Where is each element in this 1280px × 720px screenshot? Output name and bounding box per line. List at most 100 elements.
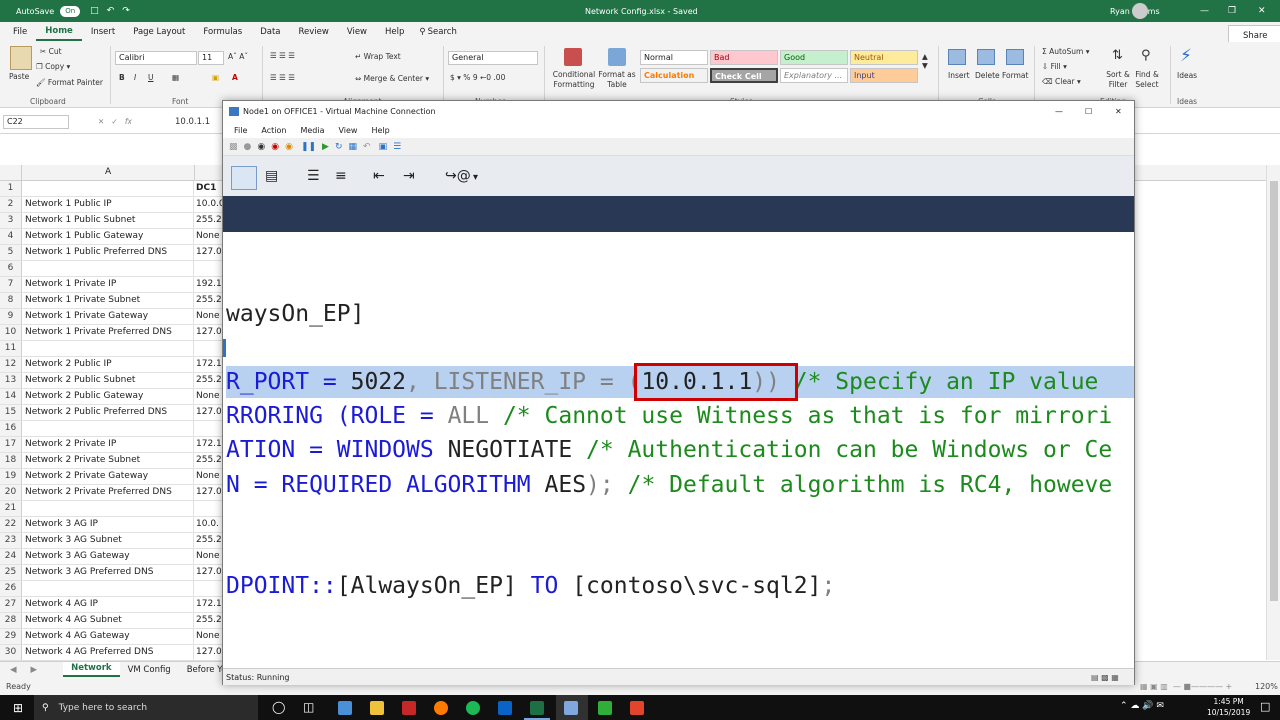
fill-button[interactable]: ⇩ Fill ▾: [1042, 62, 1067, 71]
row-number[interactable]: 22: [0, 517, 22, 532]
cell-b[interactable]: [194, 581, 222, 596]
cell-a[interactable]: Network 2 Private IP: [22, 437, 194, 452]
row-number[interactable]: 9: [0, 309, 22, 324]
cell-a[interactable]: Network 2 Private Subnet: [22, 453, 194, 468]
insert-cells-icon[interactable]: [948, 49, 966, 65]
cell-a[interactable]: Network 4 AG IP: [22, 597, 194, 612]
conditional-formatting-icon[interactable]: [564, 48, 582, 66]
styles-scroll-icon[interactable]: ▲ ▼: [922, 52, 928, 70]
row-number[interactable]: 13: [0, 373, 22, 388]
row-number[interactable]: 29: [0, 629, 22, 644]
cell-a[interactable]: [22, 341, 194, 356]
results-file-icon[interactable]: ▤: [265, 168, 278, 184]
clear-button[interactable]: ⌫ Clear ▾: [1042, 77, 1081, 86]
start-vm-icon[interactable]: ●: [244, 142, 252, 152]
pause-icon[interactable]: ❚❚: [301, 142, 316, 152]
cell-b[interactable]: 127.0: [194, 485, 222, 500]
cell-b[interactable]: 172.1: [194, 597, 222, 612]
row-number[interactable]: 8: [0, 293, 22, 308]
number-format-combo[interactable]: General: [448, 51, 538, 65]
minimize-icon[interactable]: —: [1200, 6, 1209, 16]
cell-b[interactable]: 255.2: [194, 613, 222, 628]
vm-maximize-icon[interactable]: ☐: [1085, 107, 1092, 116]
undo-icon[interactable]: ↶: [107, 6, 115, 16]
style-bad[interactable]: Bad: [710, 50, 778, 65]
cell-b[interactable]: None: [194, 229, 222, 244]
cell-b[interactable]: 127.0: [194, 405, 222, 420]
vm-menu-view[interactable]: View: [331, 126, 364, 135]
excel-icon[interactable]: [530, 701, 544, 715]
scrollbar-thumb[interactable]: [1270, 181, 1278, 601]
outlook-icon[interactable]: [498, 701, 512, 715]
save-state-icon[interactable]: ◉: [285, 142, 293, 152]
save-icon[interactable]: □: [90, 6, 99, 16]
cell-a[interactable]: Network 2 Private Gateway: [22, 469, 194, 484]
row-number[interactable]: 25: [0, 565, 22, 580]
share-icon[interactable]: ☰: [393, 142, 401, 152]
avatar[interactable]: [1132, 3, 1148, 19]
style-explanatory[interactable]: Explanatory ...: [780, 68, 848, 83]
cut-button[interactable]: ✂ Cut: [40, 47, 62, 56]
store-app-icon[interactable]: [338, 701, 352, 715]
borders-button[interactable]: ▦: [172, 73, 179, 82]
align-top-icon[interactable]: ☰ ☰ ☰: [270, 51, 295, 60]
sheet-tab-network[interactable]: Network: [63, 662, 120, 677]
autosum-button[interactable]: Σ AutoSum ▾: [1042, 47, 1090, 56]
firefox-icon[interactable]: [434, 701, 448, 715]
cell-a[interactable]: Network 2 Public Preferred DNS: [22, 405, 194, 420]
cell-b[interactable]: None: [194, 629, 222, 644]
cell-a[interactable]: Network 1 Private Preferred DNS: [22, 325, 194, 340]
tab-review[interactable]: Review: [290, 22, 338, 42]
revert-icon[interactable]: ↶: [363, 142, 371, 152]
style-input[interactable]: Input: [850, 68, 918, 83]
tab-page-layout[interactable]: Page Layout: [124, 22, 194, 42]
cell-b[interactable]: None: [194, 469, 222, 484]
find-select-icon[interactable]: ⚲: [1141, 48, 1151, 63]
insert-cells-button[interactable]: Insert: [948, 71, 970, 80]
row-number[interactable]: 19: [0, 469, 22, 484]
cell-a[interactable]: Network 1 Private IP: [22, 277, 194, 292]
cell-b[interactable]: 255.2: [194, 373, 222, 388]
delete-cells-button[interactable]: Delete: [975, 71, 1000, 80]
style-check-cell[interactable]: Check Cell: [710, 68, 778, 83]
cell-b[interactable]: DC1: [194, 181, 222, 196]
row-number[interactable]: 30: [0, 645, 22, 660]
camtasia-green-icon[interactable]: [598, 701, 612, 715]
cell-b[interactable]: None: [194, 309, 222, 324]
font-grow-button[interactable]: Aˆ Aˇ: [228, 52, 248, 61]
cell-a[interactable]: Network 2 Public IP: [22, 357, 194, 372]
search-icon[interactable]: ⚲: [413, 22, 427, 42]
row-number[interactable]: 16: [0, 421, 22, 436]
row-number[interactable]: 15: [0, 405, 22, 420]
font-size-combo[interactable]: 11: [198, 51, 224, 65]
cell-b[interactable]: 255.2: [194, 533, 222, 548]
sheet-tab-vm-config[interactable]: VM Config: [120, 665, 179, 675]
vm-menu-action[interactable]: Action: [254, 126, 293, 135]
ideas-button[interactable]: Ideas: [1177, 71, 1197, 80]
row-number[interactable]: 11: [0, 341, 22, 356]
taskbar-search-box[interactable]: ⚲ Type here to search: [34, 695, 258, 720]
paste-icon[interactable]: [10, 46, 32, 70]
redo-icon[interactable]: ↷: [122, 6, 130, 16]
ideas-icon[interactable]: ⚡: [1180, 46, 1192, 66]
cell-b[interactable]: None: [194, 549, 222, 564]
row-number[interactable]: 3: [0, 213, 22, 228]
sheet-scroll-right-icon[interactable]: ▶: [31, 665, 38, 675]
restore-icon[interactable]: ❐: [1228, 6, 1236, 16]
increase-indent-icon[interactable]: ⇥: [403, 168, 415, 184]
cell-a[interactable]: Network 3 AG Subnet: [22, 533, 194, 548]
vm-menu-file[interactable]: File: [227, 126, 254, 135]
cell-b[interactable]: 172.1: [194, 437, 222, 452]
reset-icon[interactable]: ↻: [335, 142, 343, 152]
row-number[interactable]: 2: [0, 197, 22, 212]
cell-b[interactable]: 172.1: [194, 357, 222, 372]
font-name-combo[interactable]: Calibri: [115, 51, 197, 65]
view-buttons-icon[interactable]: ▦ ▣ ▥ — ■———— +: [1140, 682, 1232, 691]
cell-a[interactable]: Network 1 Public Subnet: [22, 213, 194, 228]
cell-a[interactable]: Network 4 AG Preferred DNS: [22, 645, 194, 660]
cortana-icon[interactable]: ◯: [272, 700, 285, 714]
spotify-icon[interactable]: [466, 701, 480, 715]
formula-input[interactable]: 10.0.1.1: [175, 117, 210, 127]
cell-a[interactable]: Network 4 AG Gateway: [22, 629, 194, 644]
row-number[interactable]: 1: [0, 181, 22, 196]
